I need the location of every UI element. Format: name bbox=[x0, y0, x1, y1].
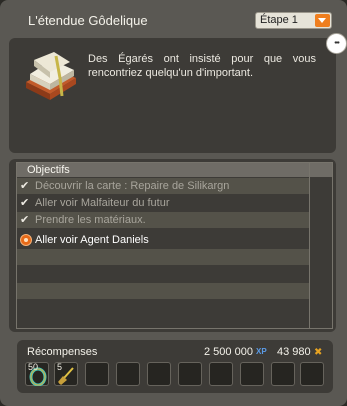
objective-label: Aller voir Malfaiteur du futur bbox=[35, 197, 170, 209]
check-icon: ✔ bbox=[20, 214, 30, 226]
xp-value: 2 500 000 bbox=[204, 346, 253, 358]
objectives-column-divider bbox=[309, 163, 310, 328]
chevron-down-icon[interactable] bbox=[315, 14, 330, 27]
step-dropdown-value: Étape 1 bbox=[260, 14, 298, 26]
reward-slot-empty bbox=[116, 362, 140, 386]
reward-slot-empty bbox=[147, 362, 171, 386]
objective-row-empty bbox=[17, 283, 309, 299]
objective-row: ✔ Découvrir la carte : Repaire de Silika… bbox=[17, 178, 309, 194]
reward-count: 5 bbox=[57, 362, 63, 372]
step-dropdown[interactable]: Étape 1 bbox=[255, 12, 332, 29]
objective-row-empty bbox=[17, 300, 309, 316]
objective-row: ✔ Prendre les matériaux. bbox=[17, 212, 309, 228]
reward-slot-empty bbox=[85, 362, 109, 386]
objective-row-empty bbox=[17, 266, 309, 282]
objective-row: ✔ Aller voir Malfaiteur du futur bbox=[17, 195, 309, 211]
objective-label: Découvrir la carte : Repaire de Silikarg… bbox=[35, 180, 230, 192]
quest-title: L'étendue Gôdelique bbox=[28, 13, 148, 28]
quest-description: Des Égarés ont insisté pour que vous ren… bbox=[88, 53, 316, 79]
xp-icon: XP bbox=[256, 347, 267, 356]
objective-label: Prendre les matériaux. bbox=[35, 214, 146, 226]
reward-slot-empty bbox=[271, 362, 295, 386]
reward-slot-empty bbox=[178, 362, 202, 386]
kama-icon: ✖ bbox=[314, 347, 323, 358]
reward-slot-empty bbox=[300, 362, 324, 386]
reward-slot[interactable]: 50 bbox=[25, 362, 49, 386]
reward-count: 50 bbox=[28, 362, 39, 372]
more-icon: ••• bbox=[334, 40, 339, 47]
check-icon: ✔ bbox=[20, 180, 30, 192]
objectives-header: Objectifs bbox=[17, 163, 332, 177]
reward-slot-empty bbox=[209, 362, 233, 386]
objective-row-empty bbox=[17, 249, 309, 265]
objective-marker-icon[interactable] bbox=[20, 234, 32, 246]
objective-row[interactable]: Aller voir Agent Daniels bbox=[17, 232, 309, 248]
kamas-value: 43 980 bbox=[277, 346, 311, 358]
reward-slot-empty bbox=[240, 362, 264, 386]
check-icon: ✔ bbox=[20, 197, 30, 209]
more-options-button[interactable]: ••• bbox=[326, 33, 347, 54]
reward-slot[interactable]: 5 bbox=[54, 362, 78, 386]
rewards-title: Récompenses bbox=[27, 346, 98, 358]
quest-book-icon bbox=[26, 52, 76, 100]
objective-label: Aller voir Agent Daniels bbox=[35, 234, 149, 246]
